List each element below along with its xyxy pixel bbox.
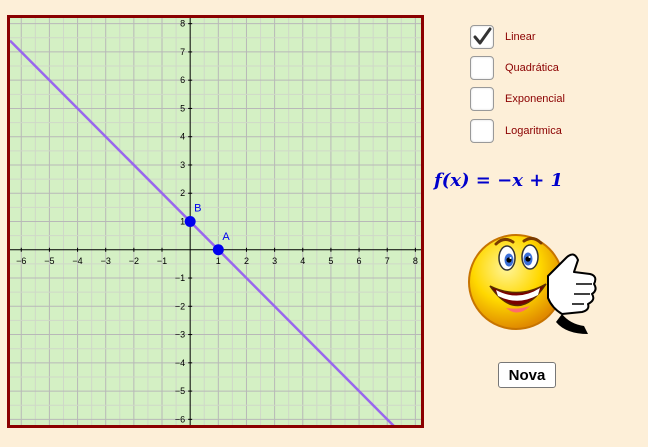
linear-label: Linear	[505, 31, 536, 43]
y-tick-label: 1	[180, 217, 185, 227]
nova-button[interactable]: Nova	[498, 362, 556, 388]
x-tick-label: 3	[272, 256, 277, 266]
point-label-b: B	[194, 203, 201, 215]
x-tick-label: −4	[72, 256, 82, 266]
logaritmica-checkbox[interactable]	[470, 119, 494, 143]
option-logaritmica[interactable]: Logaritmica	[470, 118, 562, 144]
linear-checkbox[interactable]	[470, 25, 494, 49]
option-quadratica[interactable]: Quadrática	[470, 55, 559, 81]
y-tick-label: 8	[180, 19, 185, 29]
x-tick-label: 2	[244, 256, 249, 266]
y-tick-label: 6	[180, 75, 185, 85]
logaritmica-label: Logaritmica	[505, 125, 562, 137]
function-formula: f(x) = −x + 1	[434, 170, 564, 191]
y-tick-label: −3	[175, 330, 185, 340]
y-tick-label: −5	[175, 386, 185, 396]
x-tick-label: 5	[328, 256, 333, 266]
x-tick-label: 8	[413, 256, 418, 266]
x-tick-label: −3	[101, 256, 111, 266]
y-tick-label: −4	[175, 358, 185, 368]
exponencial-label: Exponencial	[505, 93, 565, 105]
y-tick-label: 2	[180, 188, 185, 198]
quadratica-checkbox[interactable]	[470, 56, 494, 80]
x-tick-label: −2	[129, 256, 139, 266]
x-tick-label: 4	[300, 256, 305, 266]
x-tick-label: −1	[157, 256, 167, 266]
x-tick-label: −6	[16, 256, 26, 266]
quadratica-label: Quadrática	[505, 62, 559, 74]
y-tick-label: −1	[175, 273, 185, 283]
option-linear[interactable]: Linear	[470, 24, 536, 50]
x-tick-label: 7	[385, 256, 390, 266]
y-tick-label: −6	[175, 414, 185, 424]
y-tick-label: −2	[175, 301, 185, 311]
x-tick-label: 1	[216, 256, 221, 266]
thumbs-up-smiley-icon	[468, 234, 597, 334]
y-tick-label: 7	[180, 47, 185, 57]
y-tick-label: 5	[180, 103, 185, 113]
point-b	[184, 216, 196, 227]
y-tick-label: 4	[180, 132, 185, 142]
option-exponencial[interactable]: Exponencial	[470, 86, 565, 112]
x-tick-label: −5	[44, 256, 54, 266]
graph-canvas[interactable]: −6 −5 −4 −3 −2 −1 1 2 3 4 5 6 7 8 8 7 6 5 4 3 2 1 −1 −2 −3 −4 −5 −6…	[10, 18, 421, 425]
point-a	[212, 244, 224, 256]
y-tick-label: 3	[180, 160, 185, 170]
exponencial-checkbox[interactable]	[470, 87, 494, 111]
x-tick-label: 6	[357, 256, 362, 266]
graph-panel[interactable]: −6 −5 −4 −3 −2 −1 1 2 3 4 5 6 7 8 8 7 6 5 4 3 2 1 −1 −2 −3 −4 −5 −6…	[7, 15, 424, 428]
checkmark-icon	[473, 27, 492, 45]
point-label-a: A	[222, 231, 230, 243]
